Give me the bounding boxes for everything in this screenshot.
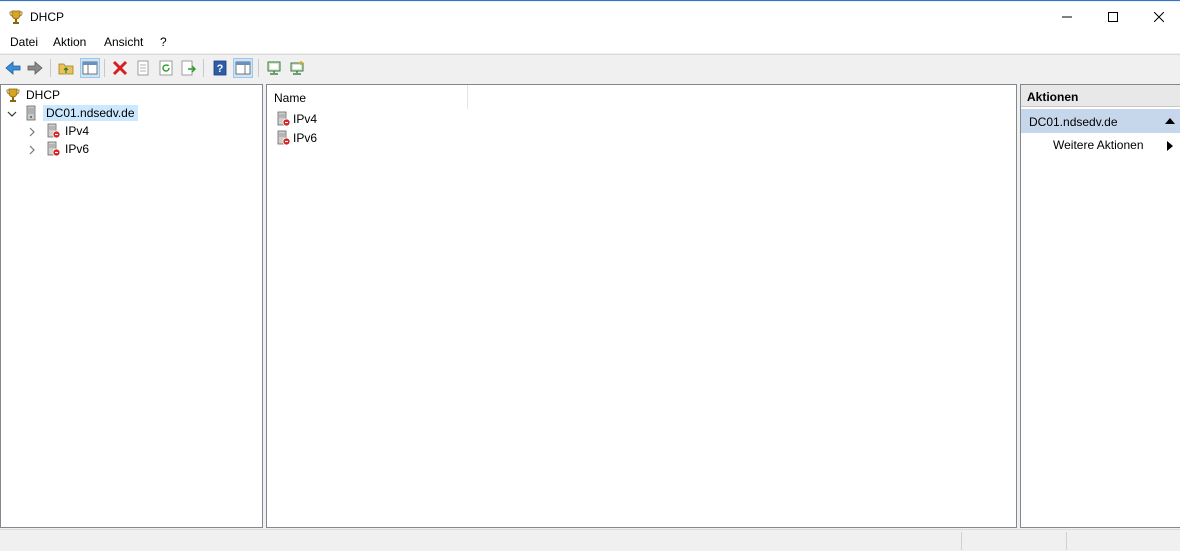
tree-node-ipv6[interactable]: IPv6 (45, 140, 92, 158)
add-server-icon (290, 61, 304, 75)
list-item-ipv6[interactable]: IPv6 (275, 129, 317, 147)
tree-node-ipv4[interactable]: IPv4 (45, 122, 92, 140)
actions-header: Aktionen (1021, 85, 1180, 107)
tree-label-ipv6: IPv6 (65, 142, 90, 156)
mmc-window: DHCP Datei Aktion Ansicht ? ? DHCP DC01.… (0, 0, 1180, 551)
actions-pane: Aktionen DC01.ndsedv.de Weitere Aktionen (1020, 84, 1180, 528)
help-button[interactable]: ? (210, 58, 230, 78)
help-icon: ? (213, 60, 227, 76)
title-bar: DHCP (0, 2, 1180, 32)
tree-node-dhcp[interactable]: DHCP (5, 86, 63, 104)
actions-section-server[interactable]: DC01.ndsedv.de (1021, 109, 1180, 133)
dhcp-trophy-icon (9, 10, 23, 24)
server-monitor-icon (267, 61, 281, 75)
status-bar (0, 529, 1180, 551)
toolbar: ? (0, 54, 1180, 80)
delete-button[interactable] (110, 58, 130, 78)
submenu-arrow-icon[interactable] (1167, 141, 1173, 151)
menu-bar: Datei Aktion Ansicht ? (0, 32, 1180, 53)
back-arrow-icon (5, 61, 21, 75)
tree-label-ipv4: IPv4 (65, 124, 90, 138)
list-item-ipv4[interactable]: IPv4 (275, 110, 317, 128)
dhcp-scope-stopped-icon (47, 123, 61, 139)
close-icon (1154, 12, 1164, 22)
collapse-up-icon[interactable] (1165, 117, 1175, 124)
add-server-button[interactable] (287, 58, 307, 78)
tree-label-server: DC01.ndsedv.de (43, 105, 138, 121)
list-item-label: IPv4 (293, 112, 318, 126)
menu-ansicht[interactable]: Ansicht (104, 35, 143, 49)
menu-help[interactable]: ? (160, 35, 167, 49)
result-pane: Name IPv4 IPv6 (266, 84, 1017, 528)
actions-section-label: DC01.ndsedv.de (1029, 115, 1118, 129)
dhcp-trophy-icon (6, 88, 20, 102)
properties-icon (137, 60, 149, 76)
export-list-button[interactable] (179, 58, 199, 78)
server-icon (26, 105, 36, 121)
up-folder-button[interactable] (56, 58, 76, 78)
svg-text:?: ? (217, 63, 224, 75)
show-hide-tree-icon (82, 61, 98, 75)
list-item-label: IPv6 (293, 131, 318, 145)
console-tree: DHCP DC01.ndsedv.de IPv4 IPv6 (0, 84, 263, 528)
show-hide-action-pane-icon (235, 61, 251, 75)
dhcp-scope-stopped-icon (47, 141, 61, 157)
tree-node-server[interactable]: DC01.ndsedv.de (23, 104, 138, 122)
export-list-icon (181, 60, 196, 76)
forward-arrow-icon (27, 61, 43, 75)
maximize-icon (1108, 12, 1118, 22)
window-title: DHCP (30, 10, 65, 24)
column-header-name[interactable]: Name (267, 85, 468, 109)
menu-aktion[interactable]: Aktion (53, 35, 86, 49)
up-folder-icon (58, 63, 74, 75)
dhcp-scope-stopped-icon (277, 111, 291, 127)
properties-button[interactable] (133, 58, 153, 78)
show-hide-tree-button[interactable] (80, 58, 100, 78)
delete-icon (112, 60, 128, 76)
minimize-button[interactable] (1044, 2, 1090, 32)
chevron-right-icon[interactable] (27, 127, 37, 137)
action-more-actions[interactable]: Weitere Aktionen (1053, 138, 1144, 152)
maximize-button[interactable] (1090, 2, 1136, 32)
minimize-icon (1062, 16, 1072, 18)
server-monitor-button[interactable] (264, 58, 284, 78)
refresh-button[interactable] (156, 58, 176, 78)
back-button[interactable] (3, 58, 23, 78)
dhcp-scope-stopped-icon (277, 130, 291, 146)
column-header-label: Name (274, 91, 307, 105)
tree-label-dhcp: DHCP (26, 88, 61, 102)
refresh-icon (159, 60, 173, 76)
close-button[interactable] (1136, 2, 1180, 32)
chevron-right-icon[interactable] (27, 145, 37, 155)
show-hide-action-pane-button[interactable] (233, 58, 253, 78)
menu-datei[interactable]: Datei (10, 35, 38, 49)
forward-button[interactable] (25, 58, 45, 78)
chevron-down-icon[interactable] (7, 109, 17, 119)
